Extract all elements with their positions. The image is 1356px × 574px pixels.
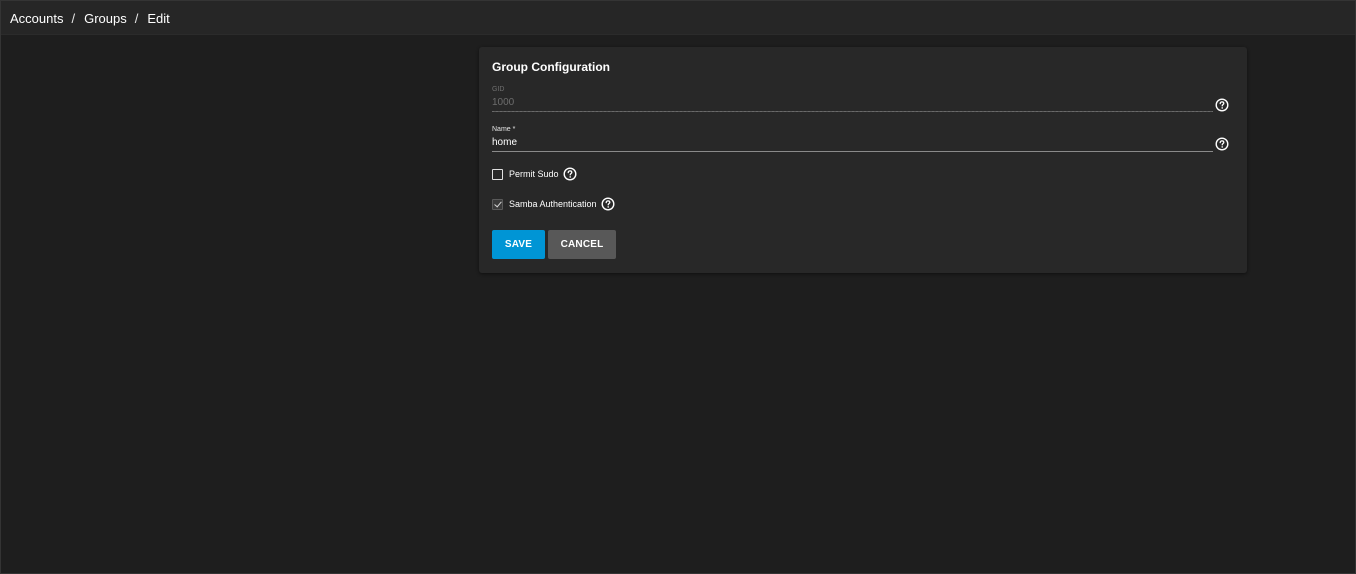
permit-sudo-label[interactable]: Permit Sudo <box>509 169 559 179</box>
breadcrumb-groups[interactable]: Groups <box>84 11 127 26</box>
permit-sudo-help-icon[interactable] <box>563 167 577 181</box>
permit-sudo-checkbox[interactable] <box>492 168 503 180</box>
gid-help-icon[interactable] <box>1215 98 1229 112</box>
breadcrumb-separator: / <box>71 11 76 26</box>
name-help-icon[interactable] <box>1215 137 1229 151</box>
breadcrumb-edit: Edit <box>147 11 170 26</box>
save-button[interactable]: SAVE <box>492 230 545 259</box>
breadcrumb: Accounts / Groups / Edit <box>10 11 170 26</box>
samba-auth-row[interactable]: Samba Authentication <box>492 196 615 212</box>
group-configuration-card: Group Configuration GID Name * Permit Su… <box>479 47 1247 273</box>
name-input[interactable] <box>492 135 1213 150</box>
samba-auth-label[interactable]: Samba Authentication <box>509 199 597 209</box>
checkmark-icon <box>494 199 502 207</box>
breadcrumb-accounts[interactable]: Accounts <box>10 11 63 26</box>
cancel-button[interactable]: CANCEL <box>548 230 616 259</box>
gid-label: GID <box>492 86 505 93</box>
permit-sudo-row[interactable]: Permit Sudo <box>492 166 577 182</box>
name-underline <box>492 151 1213 152</box>
samba-auth-help-icon[interactable] <box>601 197 615 211</box>
card-title: Group Configuration <box>492 60 610 74</box>
gid-input <box>492 95 1213 110</box>
gid-underline <box>492 111 1213 112</box>
samba-auth-checkbox[interactable] <box>492 198 503 210</box>
top-bar: Accounts / Groups / Edit <box>1 1 1355 35</box>
name-label: Name * <box>492 126 516 133</box>
breadcrumb-separator: / <box>134 11 139 26</box>
